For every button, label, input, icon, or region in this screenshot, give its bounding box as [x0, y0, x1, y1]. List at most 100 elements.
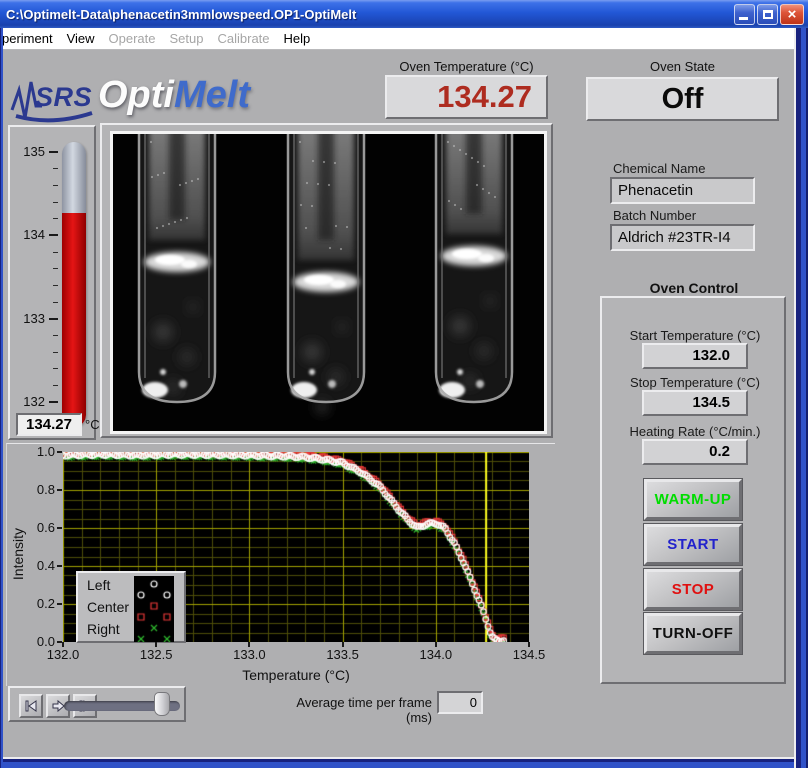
- thermometer-major-tick: [49, 234, 58, 236]
- menu-item-setup[interactable]: Setup: [163, 28, 211, 50]
- thermometer-major-tick: [49, 401, 58, 403]
- minimize-icon: [739, 17, 748, 20]
- y-tick-dash: [57, 489, 62, 491]
- srs-optimelt-logo: SRS OptiMelt: [10, 76, 310, 126]
- frame-slider-thumb[interactable]: [154, 692, 170, 716]
- thermometer-minor-tick: [53, 202, 58, 203]
- turn-off-button[interactable]: TURN-OFF: [644, 613, 742, 654]
- thermometer-minor-tick: [53, 252, 58, 253]
- camera-image: [110, 131, 547, 434]
- chemical-name-label: Chemical Name: [613, 161, 705, 176]
- thermometer-tick-135: 135: [13, 144, 45, 159]
- x-tick-132.5: 132.5: [131, 647, 181, 662]
- y-tick-dash: [57, 527, 62, 529]
- chart-x-axis-label: Temperature (°C): [171, 667, 421, 683]
- x-tick-132.0: 132.0: [38, 647, 88, 662]
- thermometer-minor-tick: [53, 285, 58, 286]
- x-tick-133.5: 133.5: [318, 647, 368, 662]
- oven-temperature-display: 134.27: [385, 75, 548, 119]
- thermometer-major-tick: [49, 318, 58, 320]
- y-tick-0.2: 0.2: [21, 596, 55, 611]
- oven-state-label: Oven State: [586, 59, 779, 74]
- oven-state-display: Off: [586, 77, 779, 121]
- thermometer-minor-tick: [53, 302, 58, 303]
- x-tick-dash: [528, 642, 530, 647]
- y-tick-dash: [57, 451, 62, 453]
- maximize-button[interactable]: [757, 4, 778, 25]
- avg-time-label: Average time per frame (ms): [280, 695, 432, 725]
- step-back-button[interactable]: [19, 694, 43, 718]
- thermometer-minor-tick: [53, 168, 58, 169]
- thermometer: 134.27 °C 135134133132: [8, 125, 96, 440]
- thermometer-minor-tick: [53, 335, 58, 336]
- close-button[interactable]: ×: [780, 4, 804, 25]
- oven-control-heading: Oven Control: [600, 280, 788, 296]
- oc-field-value-1[interactable]: 134.5: [642, 390, 748, 416]
- menu-item-periment[interactable]: periment: [0, 28, 60, 50]
- batch-number-field[interactable]: Aldrich #23TR-I4: [610, 224, 755, 251]
- thermometer-mercury: [62, 213, 86, 427]
- x-tick-134.0: 134.0: [411, 647, 461, 662]
- title-bar[interactable]: C:\Optimelt-Data\phenacetin3mmlowspeed.O…: [0, 0, 808, 28]
- camera-view-frame: [100, 123, 553, 438]
- x-tick-dash: [62, 642, 64, 647]
- thermometer-tube: [62, 142, 86, 427]
- legend-entry-left: Left: [87, 577, 110, 593]
- thermometer-tick-133: 133: [13, 311, 45, 326]
- avg-time-field[interactable]: 0: [437, 691, 483, 714]
- playback-panel: [8, 686, 186, 722]
- y-tick-dash: [57, 603, 62, 605]
- oc-field-value-2[interactable]: 0.2: [642, 439, 748, 465]
- maximize-icon: [763, 10, 773, 19]
- window-border-left: [0, 28, 3, 768]
- x-tick-dash: [435, 642, 437, 647]
- optimelt-window: C:\Optimelt-Data\phenacetin3mmlowspeed.O…: [0, 0, 808, 768]
- y-tick-0.6: 0.6: [21, 520, 55, 535]
- thermometer-minor-tick: [53, 352, 58, 353]
- legend-entry-center: Center: [87, 599, 129, 615]
- logo-melt-text: Melt: [174, 74, 250, 116]
- menu-item-operate[interactable]: Operate: [102, 28, 163, 50]
- y-tick-0.8: 0.8: [21, 482, 55, 497]
- capillary-tubes-image: [113, 134, 544, 431]
- legend-marker-samples: [134, 576, 174, 642]
- thermometer-major-tick: [49, 151, 58, 153]
- chemical-name-field[interactable]: Phenacetin: [610, 177, 755, 204]
- close-icon: ×: [788, 7, 797, 22]
- window-border-bottom: [0, 757, 808, 768]
- thermometer-minor-tick: [53, 268, 58, 269]
- oven-control-panel: Start Temperature (°C)132.0Stop Temperat…: [600, 296, 786, 684]
- oc-field-label-1: Stop Temperature (°C): [602, 375, 788, 390]
- x-tick-133.0: 133.0: [224, 647, 274, 662]
- oven-temperature-value: 134.27: [387, 79, 546, 115]
- menu-bar: perimentViewOperateSetupCalibrateHelp: [0, 28, 808, 50]
- oven-temperature-label: Oven Temperature (°C): [385, 59, 548, 74]
- warm-up-button[interactable]: WARM-UP: [644, 479, 742, 520]
- window-border-right: [794, 28, 808, 768]
- srs-logo-text: SRS: [35, 82, 92, 113]
- x-tick-dash: [248, 642, 250, 647]
- minimize-button[interactable]: [734, 4, 755, 25]
- thermometer-minor-tick: [53, 218, 58, 219]
- thermometer-unit: °C: [85, 417, 100, 432]
- logo-opti-text: Opti: [98, 74, 174, 116]
- oc-field-label-2: Heating Rate (°C/min.): [602, 424, 788, 439]
- stop-button[interactable]: STOP: [644, 569, 742, 610]
- start-button[interactable]: START: [644, 524, 742, 565]
- menu-item-view[interactable]: View: [60, 28, 102, 50]
- menu-item-help[interactable]: Help: [277, 28, 318, 50]
- y-tick-0.4: 0.4: [21, 558, 55, 573]
- y-tick-dash: [57, 565, 62, 567]
- oven-state-value: Off: [588, 83, 777, 116]
- intensity-chart: Intensity Temperature (°C) LeftCenterRig…: [6, 443, 555, 686]
- window-title: C:\Optimelt-Data\phenacetin3mmlowspeed.O…: [0, 7, 356, 22]
- thermometer-minor-tick: [53, 368, 58, 369]
- thermometer-tick-132: 132: [13, 394, 45, 409]
- legend-entry-right: Right: [87, 621, 120, 637]
- thermometer-readout: 134.27: [16, 413, 82, 436]
- batch-number-label: Batch Number: [613, 208, 696, 223]
- menu-item-calibrate[interactable]: Calibrate: [211, 28, 277, 50]
- oc-field-value-0[interactable]: 132.0: [642, 343, 748, 369]
- x-tick-dash: [342, 642, 344, 647]
- thermometer-minor-tick: [53, 185, 58, 186]
